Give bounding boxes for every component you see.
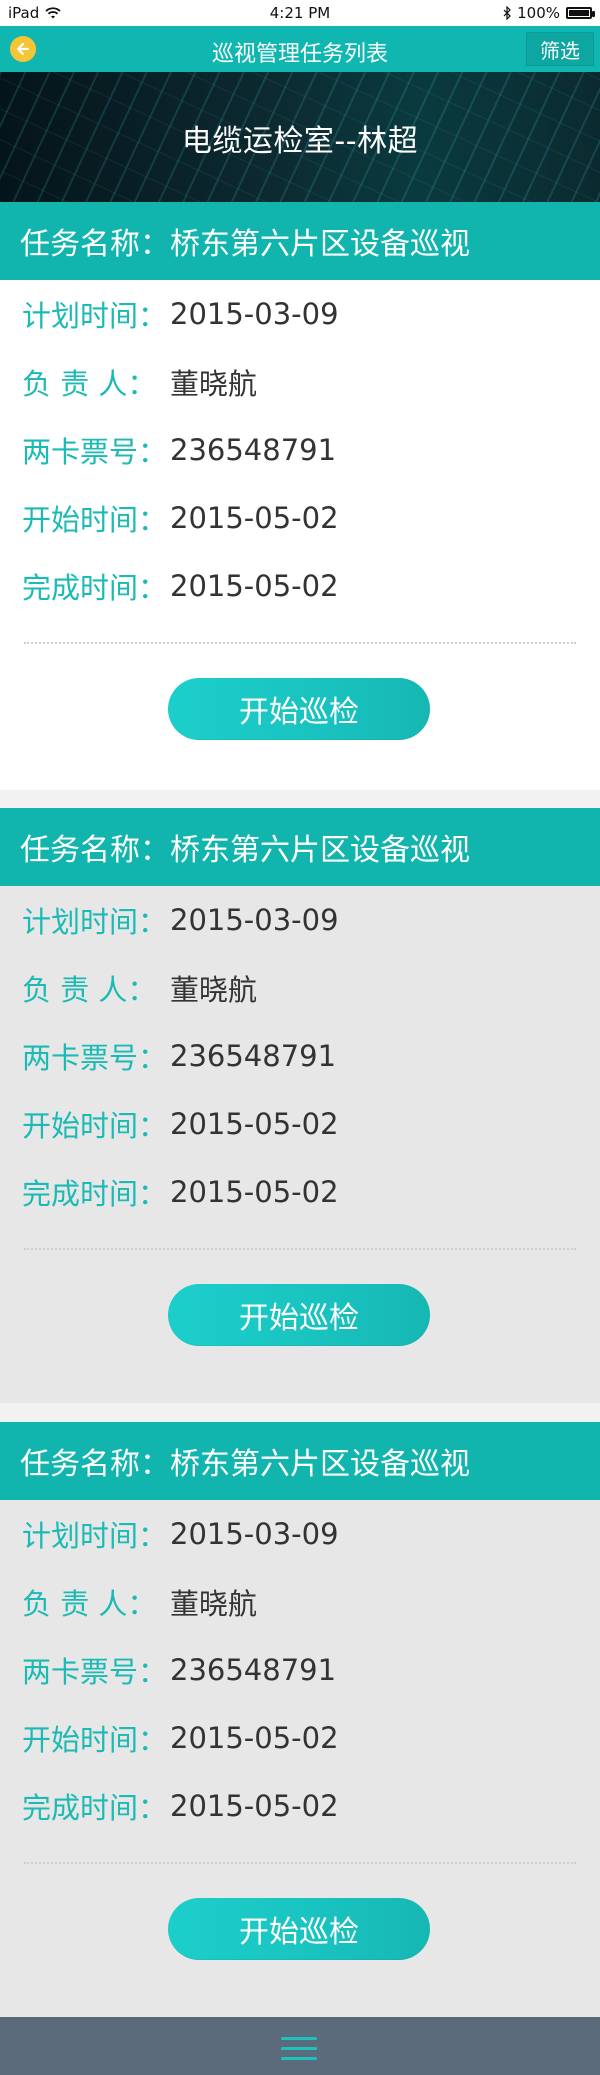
task-name-label: 任务名称： (20, 1447, 170, 1482)
ticket-label: 两卡票号： (22, 1041, 168, 1075)
plan-time-row: 计划时间： 2015-03-09 (0, 1500, 600, 1568)
department-title: 电缆运检室--林超 (181, 124, 419, 159)
finish-time-row: 完成时间： 2015-05-02 (0, 552, 600, 620)
owner-row: 负 责 人： 董晓航 (0, 954, 600, 1022)
ticket-row: 两卡票号： 236548791 (0, 1636, 600, 1704)
owner-value: 董晓航 (170, 367, 258, 401)
ticket-row: 两卡票号： 236548791 (0, 416, 600, 484)
start-time-label: 开始时间： (22, 503, 168, 537)
status-right: 100% (503, 4, 595, 22)
plan-time-label: 计划时间： (22, 1519, 168, 1553)
task-name: 任务名称： 桥东第六片区设备巡视 (0, 202, 600, 280)
bluetooth-icon (503, 6, 511, 20)
plan-time-label: 计划时间： (22, 299, 168, 333)
start-inspection-button[interactable]: 开始巡检 (168, 1898, 430, 1960)
plan-time-row: 计划时间： 2015-03-09 (0, 886, 600, 954)
owner-row: 负 责 人： 董晓航 (0, 1568, 600, 1636)
start-time-row: 开始时间： 2015-05-02 (0, 484, 600, 552)
start-time-row: 开始时间： 2015-05-02 (0, 1704, 600, 1772)
battery-percent: 100% (517, 4, 560, 22)
card-gap (0, 1403, 600, 1422)
owner-label: 负 责 人： (22, 973, 157, 1007)
task-name-label: 任务名称： (20, 227, 170, 262)
task-name-value: 桥东第六片区设备巡视 (170, 833, 470, 868)
finish-time-row: 完成时间： 2015-05-02 (0, 1158, 600, 1226)
start-time-value: 2015-05-02 (170, 1721, 339, 1755)
owner-label: 负 责 人： (22, 367, 157, 401)
start-inspection-button[interactable]: 开始巡检 (168, 1284, 430, 1346)
bottom-bar (0, 2017, 600, 2075)
start-time-label: 开始时间： (22, 1723, 168, 1757)
owner-value: 董晓航 (170, 1587, 258, 1621)
task-name: 任务名称： 桥东第六片区设备巡视 (0, 808, 600, 886)
card-gap (0, 790, 600, 808)
start-time-value: 2015-05-02 (170, 1107, 339, 1141)
divider (24, 642, 576, 644)
task-details: 计划时间： 2015-03-09 负 责 人： 董晓航 两卡票号： 236548… (0, 886, 600, 1226)
task-card: 任务名称： 桥东第六片区设备巡视 计划时间： 2015-03-09 负 责 人：… (0, 1422, 600, 2017)
plan-time-value: 2015-03-09 (170, 903, 339, 937)
task-details: 计划时间： 2015-03-09 负 责 人： 董晓航 两卡票号： 236548… (0, 280, 600, 620)
finish-time-label: 完成时间： (22, 1177, 168, 1211)
finish-time-value: 2015-05-02 (170, 1789, 339, 1823)
owner-label: 负 责 人： (22, 1587, 157, 1621)
task-name: 任务名称： 桥东第六片区设备巡视 (0, 1422, 600, 1500)
task-name-value: 桥东第六片区设备巡视 (170, 1447, 470, 1482)
ticket-row: 两卡票号： 236548791 (0, 1022, 600, 1090)
task-card: 任务名称： 桥东第六片区设备巡视 计划时间： 2015-03-09 负 责 人：… (0, 202, 600, 790)
battery-icon (566, 7, 595, 19)
ticket-value: 236548791 (170, 1039, 337, 1073)
filter-button[interactable]: 筛选 (526, 32, 594, 66)
nav-bar: 巡视管理任务列表 筛选 (0, 26, 600, 72)
task-name-value: 桥东第六片区设备巡视 (170, 227, 470, 262)
plan-time-value: 2015-03-09 (170, 1517, 339, 1551)
ticket-value: 236548791 (170, 1653, 337, 1687)
ticket-value: 236548791 (170, 433, 337, 467)
owner-row: 负 责 人： 董晓航 (0, 348, 600, 416)
finish-time-value: 2015-05-02 (170, 569, 339, 603)
finish-time-value: 2015-05-02 (170, 1175, 339, 1209)
finish-time-label: 完成时间： (22, 1791, 168, 1825)
divider (24, 1248, 576, 1250)
task-card: 任务名称： 桥东第六片区设备巡视 计划时间： 2015-03-09 负 责 人：… (0, 808, 600, 1403)
hamburger-menu-icon[interactable] (281, 2037, 317, 2063)
ticket-label: 两卡票号： (22, 1655, 168, 1689)
task-name-label: 任务名称： (20, 833, 170, 868)
plan-time-row: 计划时间： 2015-03-09 (0, 280, 600, 348)
start-time-value: 2015-05-02 (170, 501, 339, 535)
plan-time-value: 2015-03-09 (170, 297, 339, 331)
status-bar: iPad 4:21 PM 100% (0, 0, 600, 26)
page-title: 巡视管理任务列表 (211, 42, 388, 67)
start-time-row: 开始时间： 2015-05-02 (0, 1090, 600, 1158)
owner-value: 董晓航 (170, 973, 258, 1007)
hero-banner: 电缆运检室--林超 (0, 72, 600, 202)
start-time-label: 开始时间： (22, 1109, 168, 1143)
task-details: 计划时间： 2015-03-09 负 责 人： 董晓航 两卡票号： 236548… (0, 1500, 600, 1840)
plan-time-label: 计划时间： (22, 905, 168, 939)
start-inspection-button[interactable]: 开始巡检 (168, 678, 430, 740)
ticket-label: 两卡票号： (22, 435, 168, 469)
finish-time-row: 完成时间： 2015-05-02 (0, 1772, 600, 1840)
finish-time-label: 完成时间： (22, 571, 168, 605)
divider (24, 1862, 576, 1864)
